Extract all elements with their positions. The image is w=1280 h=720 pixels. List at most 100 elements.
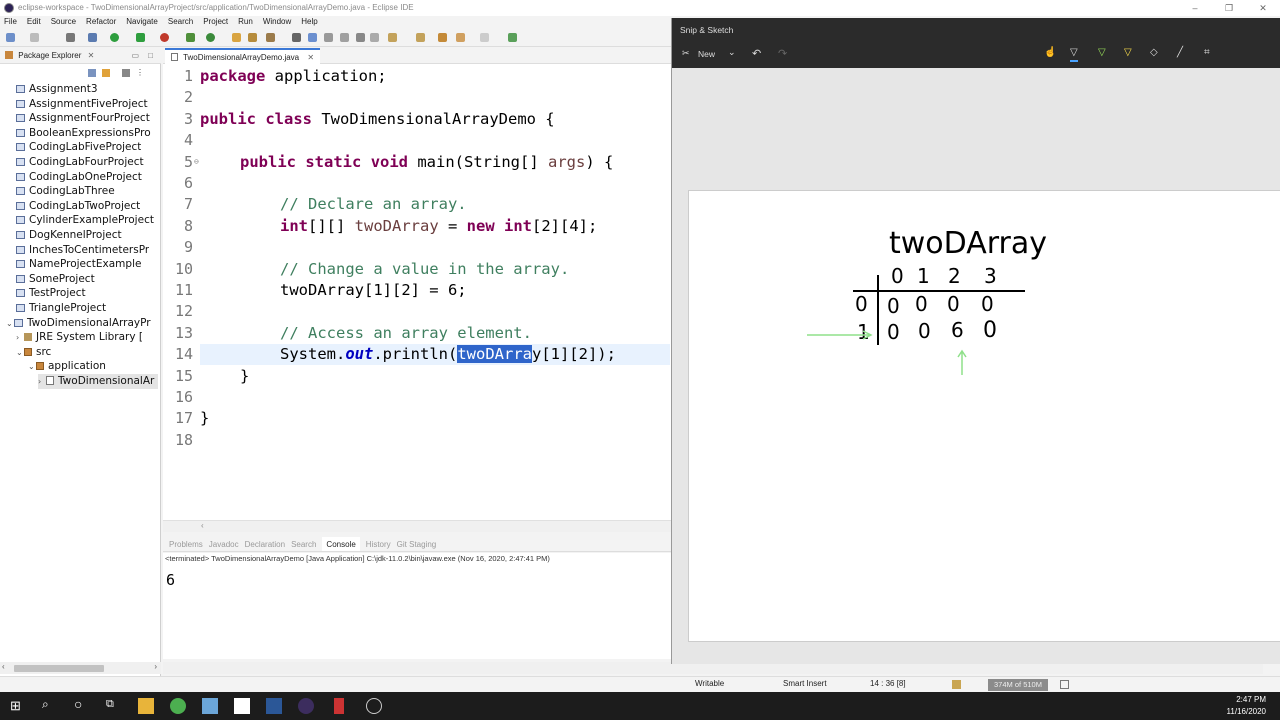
tree-item[interactable]: AssignmentFourProject bbox=[16, 111, 150, 126]
cortana-icon[interactable]: ○ bbox=[74, 696, 82, 712]
tree-item[interactable]: › JRE System Library [ bbox=[16, 330, 143, 345]
next-annotation-icon[interactable] bbox=[388, 33, 397, 42]
tree-item[interactable]: CodingLabOneProject bbox=[16, 170, 142, 185]
collapse-all-icon[interactable] bbox=[88, 69, 96, 77]
menu-search[interactable]: Search bbox=[168, 16, 193, 28]
tree-item[interactable]: CodingLabFiveProject bbox=[16, 140, 141, 155]
menu-run[interactable]: Run bbox=[238, 16, 253, 28]
g-app-icon[interactable] bbox=[234, 698, 250, 714]
back-icon[interactable] bbox=[456, 33, 465, 42]
tree-item[interactable]: › TwoDimensionalAr bbox=[38, 374, 158, 389]
paragraph-icon[interactable] bbox=[370, 33, 379, 42]
tree-item[interactable]: DogKennelProject bbox=[16, 228, 122, 243]
restore-icon[interactable]: ❐ bbox=[1212, 0, 1246, 16]
forward-icon[interactable] bbox=[480, 33, 489, 42]
eclipse-taskbar-icon[interactable] bbox=[298, 698, 314, 714]
tab-console[interactable]: Console bbox=[322, 537, 360, 551]
console-output[interactable]: 6 bbox=[163, 565, 671, 659]
menu-window[interactable]: Window bbox=[263, 16, 291, 28]
new-class-icon[interactable] bbox=[206, 33, 215, 42]
scrollbar-thumb[interactable] bbox=[14, 665, 104, 672]
new-snip-icon[interactable]: ✂ bbox=[682, 48, 690, 59]
minimize-view-icon[interactable]: ▭ bbox=[131, 48, 139, 64]
code-editor[interactable]: 1 2 3 4 5 6 7 8 9 10 11 12 13 14 15 16 1… bbox=[163, 64, 671, 520]
tab-git-staging[interactable]: Git Staging bbox=[397, 537, 437, 551]
skip-breakpoints-icon[interactable] bbox=[66, 33, 75, 42]
chevron-down-icon[interactable]: ⌄ bbox=[728, 47, 736, 58]
scroll-right-icon[interactable]: › bbox=[154, 662, 157, 671]
tree-item[interactable]: Assignment3 bbox=[16, 82, 98, 97]
open-type-icon[interactable] bbox=[232, 33, 241, 42]
tab-search[interactable]: Search bbox=[291, 537, 316, 551]
drawing-canvas[interactable]: twoDArray 0 1 2 3 0 0 0 0 0 1 0 0 6 0 bbox=[688, 190, 1280, 642]
touch-writing-icon[interactable]: ☝ bbox=[1044, 47, 1056, 58]
chevron-down-icon[interactable]: ⌄ bbox=[28, 360, 36, 374]
tree-item[interactable]: ⌄ application bbox=[28, 359, 106, 374]
garbage-collect-icon[interactable] bbox=[1060, 680, 1069, 689]
tab-declaration[interactable]: Declaration bbox=[245, 537, 285, 551]
tree-item[interactable]: ⌄ TwoDimensionalArrayPr bbox=[6, 316, 151, 331]
tab-javadoc[interactable]: Javadoc bbox=[209, 537, 239, 551]
tree-item[interactable]: ⌄ src bbox=[16, 345, 51, 360]
open-task-icon[interactable] bbox=[248, 33, 257, 42]
highlight-occurrences-icon[interactable] bbox=[308, 33, 317, 42]
undo-icon[interactable]: ↶ bbox=[752, 47, 761, 60]
tree-item[interactable]: CylinderExampleProject bbox=[16, 213, 154, 228]
editor-scrollbar[interactable]: ‹ bbox=[163, 520, 671, 532]
editor-tab[interactable]: TwoDimensionalArrayDemo.java ✕ bbox=[165, 48, 321, 64]
tree-item[interactable]: AssignmentFiveProject bbox=[16, 97, 148, 112]
tree-item[interactable]: TriangleProject bbox=[16, 301, 106, 316]
search-icon[interactable]: ⌕ bbox=[42, 697, 49, 712]
tree-item[interactable]: NameProjectExample bbox=[16, 257, 141, 272]
fold-icon[interactable]: ⊖ bbox=[194, 157, 199, 166]
snip-app-icon[interactable] bbox=[202, 698, 218, 714]
filter-icon[interactable] bbox=[122, 69, 130, 77]
task-view-icon[interactable]: ⧉ bbox=[106, 698, 114, 711]
new-button[interactable]: New bbox=[698, 49, 715, 59]
menu-edit[interactable]: Edit bbox=[27, 16, 41, 28]
scroll-left-icon[interactable]: ‹ bbox=[2, 662, 5, 671]
tree-item[interactable]: CodingLabThree bbox=[16, 184, 115, 199]
menu-help[interactable]: Help bbox=[301, 16, 317, 28]
close-view-icon[interactable]: ✕ bbox=[88, 51, 95, 60]
system-clock[interactable]: 2:47 PM 11/16/2020 bbox=[1227, 694, 1266, 718]
pencil-icon[interactable]: ▽ bbox=[1098, 47, 1106, 58]
save-icon[interactable] bbox=[30, 33, 39, 42]
minimize-icon[interactable]: – bbox=[1178, 0, 1212, 16]
crop-icon[interactable]: ⌗ bbox=[1204, 47, 1210, 58]
link-editor-icon[interactable] bbox=[102, 69, 110, 77]
scroll-left-icon[interactable]: ‹ bbox=[201, 521, 204, 530]
windows-start-icon[interactable]: ⊞ bbox=[10, 698, 21, 714]
search-icon[interactable] bbox=[266, 33, 275, 42]
block-selection-icon[interactable] bbox=[324, 33, 333, 42]
tree-item[interactable]: CodingLabTwoProject bbox=[16, 199, 140, 214]
view-menu-icon[interactable]: ⋮ bbox=[136, 68, 144, 77]
chevron-down-icon[interactable]: ⌄ bbox=[16, 346, 24, 360]
highlighter-icon[interactable]: ▽ bbox=[1124, 47, 1132, 58]
word-icon[interactable] bbox=[266, 698, 282, 714]
ruler-icon[interactable]: ╱ bbox=[1177, 47, 1183, 58]
menu-source[interactable]: Source bbox=[51, 16, 76, 28]
heap-status[interactable]: 374M of 510M bbox=[988, 679, 1048, 691]
last-edit-icon[interactable] bbox=[438, 33, 447, 42]
redo-icon[interactable]: ↷ bbox=[778, 47, 787, 60]
chevron-right-icon[interactable]: › bbox=[16, 331, 24, 345]
external-tools-icon[interactable] bbox=[160, 33, 169, 42]
file-explorer-icon[interactable] bbox=[138, 698, 154, 714]
menu-file[interactable]: File bbox=[4, 16, 17, 28]
close-icon[interactable]: ✕ bbox=[1246, 0, 1280, 16]
new-java-project-icon[interactable] bbox=[186, 33, 195, 42]
chevron-right-icon[interactable]: › bbox=[38, 375, 46, 389]
tree-item[interactable]: SomeProject bbox=[16, 272, 95, 287]
tree-scrollbar[interactable]: ‹ › bbox=[0, 662, 161, 674]
close-tab-icon[interactable]: ✕ bbox=[307, 53, 314, 62]
eraser-icon[interactable]: ◇ bbox=[1150, 47, 1158, 58]
tree-item[interactable]: TestProject bbox=[16, 286, 86, 301]
git-icon[interactable] bbox=[334, 698, 344, 714]
tree-item[interactable]: CodingLabFourProject bbox=[16, 155, 144, 170]
menu-navigate[interactable]: Navigate bbox=[126, 16, 158, 28]
pin-editor-icon[interactable] bbox=[508, 33, 517, 42]
new-icon[interactable] bbox=[6, 33, 15, 42]
tree-item[interactable]: InchesToCentimetersPr bbox=[16, 243, 149, 258]
chevron-down-icon[interactable]: ⌄ bbox=[6, 317, 14, 331]
